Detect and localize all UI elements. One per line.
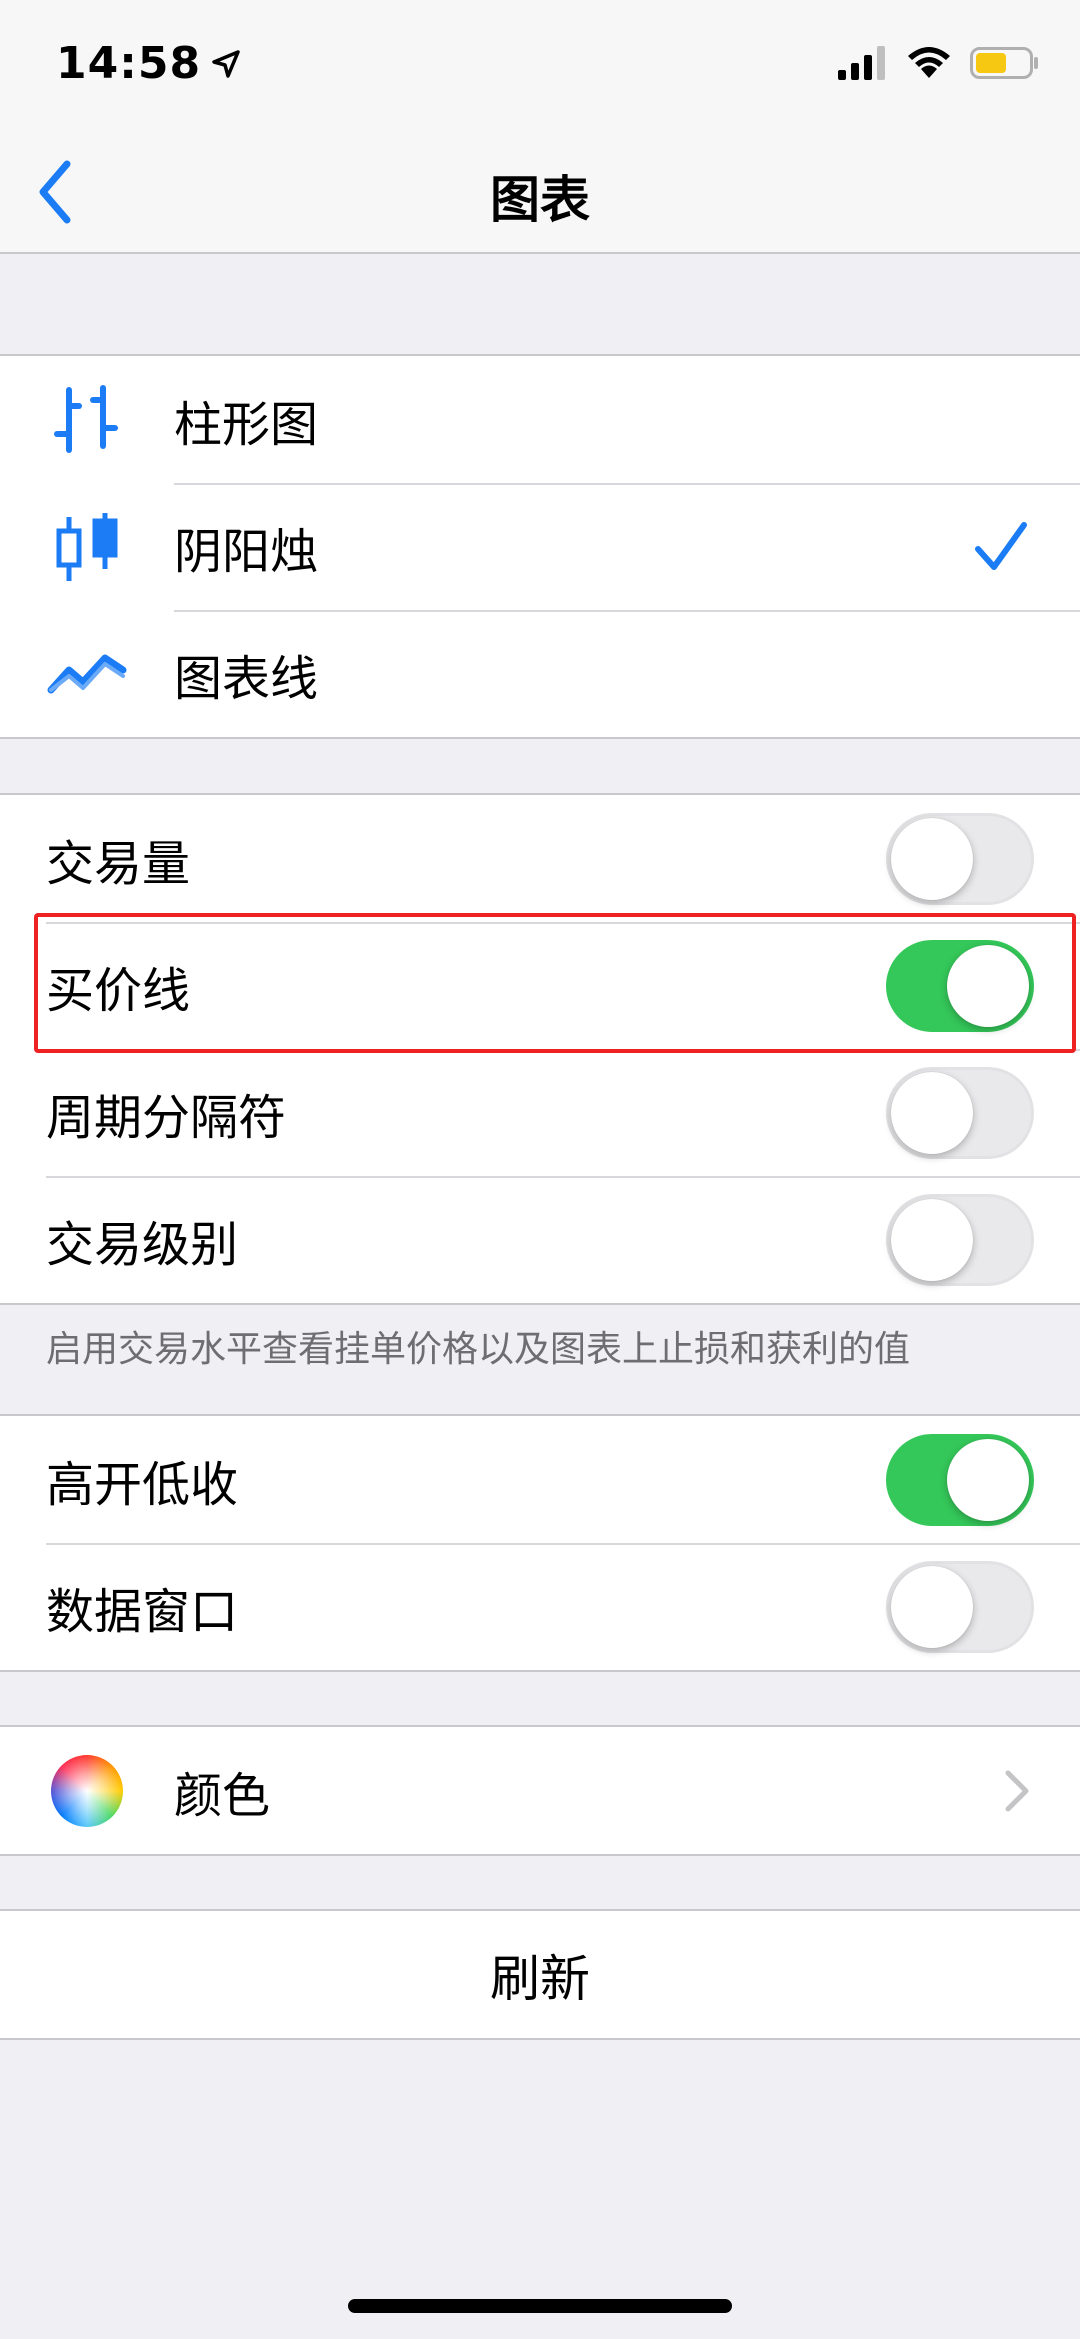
toggle-knob xyxy=(891,818,973,900)
status-indicators xyxy=(838,46,1040,80)
checkmark-icon xyxy=(975,522,1027,570)
toggle-label: 数据窗口 xyxy=(46,1583,239,1640)
status-bar: 14:58 xyxy=(0,0,1080,130)
chart-type-label: 柱形图 xyxy=(174,396,319,453)
toggle-knob xyxy=(891,1199,973,1281)
chart-type-row-line[interactable]: 图表线 xyxy=(0,610,1080,737)
chart-type-label: 图表线 xyxy=(174,650,319,707)
toggle-row-bid-line: 买价线 xyxy=(0,922,1080,1049)
toggle-knob xyxy=(947,945,1029,1027)
line-chart-icon xyxy=(44,638,130,710)
color-group: 颜色 xyxy=(0,1725,1080,1856)
trade-levels-footnote: 启用交易水平查看挂单价格以及图表上止损和获利的值 xyxy=(46,1329,911,1370)
extra-options-group: 高开低收 数据窗口 xyxy=(0,1414,1080,1672)
status-time: 14:58 xyxy=(56,38,241,89)
ohlc-toggle[interactable] xyxy=(886,1434,1034,1526)
toggle-knob xyxy=(947,1439,1029,1521)
color-row[interactable]: 颜色 xyxy=(0,1727,1080,1854)
toggle-label: 买价线 xyxy=(46,962,191,1019)
toggle-row-period-separator: 周期分隔符 xyxy=(0,1049,1080,1176)
chart-type-row-bar[interactable]: 柱形图 xyxy=(0,356,1080,483)
toggle-label: 高开低收 xyxy=(46,1456,239,1513)
status-time-text: 14:58 xyxy=(56,38,202,89)
period-separator-toggle[interactable] xyxy=(886,1067,1034,1159)
wifi-icon xyxy=(908,47,950,78)
refresh-label: 刷新 xyxy=(490,1949,590,2008)
toggle-row-volume: 交易量 xyxy=(0,795,1080,922)
toggle-row-data-window: 数据窗口 xyxy=(0,1543,1080,1670)
chevron-right-icon xyxy=(1005,1770,1029,1812)
page-title: 图表 xyxy=(490,171,590,229)
bid-line-toggle[interactable] xyxy=(886,940,1034,1032)
display-options-group: 交易量 买价线 周期分隔符 交易级别 xyxy=(0,793,1080,1305)
toggle-row-trade-levels: 交易级别 xyxy=(0,1176,1080,1303)
color-wheel-icon xyxy=(44,1755,130,1827)
refresh-button[interactable]: 刷新 xyxy=(0,1911,1080,2038)
data-window-toggle[interactable] xyxy=(886,1561,1034,1653)
toggle-knob xyxy=(891,1072,973,1154)
toggle-row-ohlc: 高开低收 xyxy=(0,1416,1080,1543)
chart-type-row-candlestick[interactable]: 阴阳烛 xyxy=(0,483,1080,610)
home-indicator[interactable] xyxy=(348,2299,732,2313)
toggle-label: 周期分隔符 xyxy=(46,1089,287,1146)
refresh-group: 刷新 xyxy=(0,1909,1080,2040)
navigation-bar: 图表 xyxy=(0,130,1080,254)
location-arrow-icon xyxy=(212,49,240,78)
chart-type-label: 阴阳烛 xyxy=(174,523,319,580)
cellular-signal-icon xyxy=(838,46,885,80)
toggle-knob xyxy=(891,1566,973,1648)
volume-toggle[interactable] xyxy=(886,813,1034,905)
bar-chart-icon xyxy=(44,384,130,456)
color-label: 颜色 xyxy=(174,1767,271,1824)
toggle-label: 交易量 xyxy=(46,835,191,892)
toggle-label: 交易级别 xyxy=(46,1216,239,1273)
chart-type-group: 柱形图 阴阳烛 图表线 xyxy=(0,354,1080,739)
battery-icon xyxy=(970,47,1038,79)
candlestick-icon xyxy=(44,511,130,583)
trade-levels-toggle[interactable] xyxy=(886,1194,1034,1286)
